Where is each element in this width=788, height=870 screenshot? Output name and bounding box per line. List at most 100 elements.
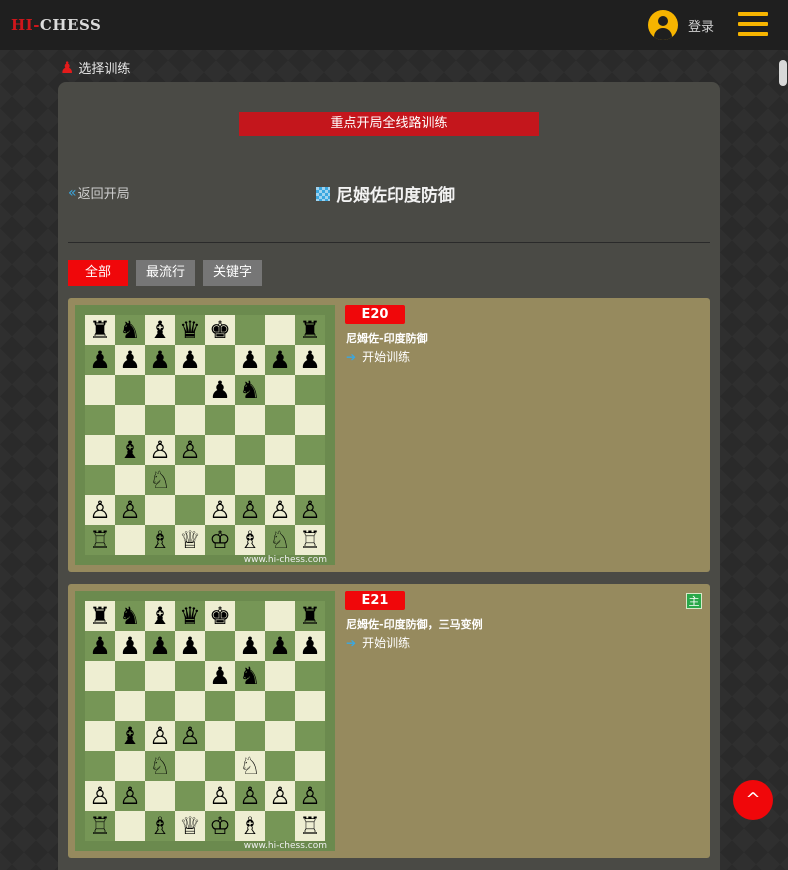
- filter-popular[interactable]: 最流行: [136, 260, 196, 286]
- main-line-badge: 主: [686, 593, 702, 609]
- board-square: [115, 751, 145, 781]
- opening-card-e20[interactable]: ♜ ♞ ♝ ♛ ♚ ♜ ♟ ♟ ♟ ♟ ♟ ♟ ♟ ♟ ♞ ♝ ♙ ♙ ♘ ♙ ♙ ♙ ♙ ♙ ♙ ♖ ♗ ♕ ♔ ♗ ♘ ♖ www.hi-…: [68, 298, 710, 572]
- board-square: [295, 661, 325, 691]
- breadcrumb-label: 选择训练: [78, 62, 131, 77]
- board-square: [265, 465, 295, 495]
- board-square: [205, 721, 235, 751]
- board-square: [295, 435, 325, 465]
- filter-tabs: 全部 最流行 关键字: [68, 260, 263, 286]
- board-square: [115, 811, 145, 841]
- board-square: [235, 601, 265, 631]
- board-grid: ♜ ♞ ♝ ♛ ♚ ♜ ♟ ♟ ♟ ♟ ♟ ♟ ♟ ♟ ♞ ♝ ♙ ♙ ♘ ♘ ♙ ♙ ♙ ♙ ♙ ♙ ♖ ♗ ♕ ♔ ♗ ♖: [85, 601, 325, 841]
- full-line-training-banner[interactable]: 重点开局全线路训练: [239, 112, 539, 136]
- logo-chess: CHESS: [39, 16, 102, 34]
- black-queen-icon: ♛: [175, 315, 205, 345]
- eco-code-badge: E21: [345, 591, 405, 610]
- board-square: [205, 405, 235, 435]
- black-rook-icon: ♜: [85, 315, 115, 345]
- board-square: [85, 691, 115, 721]
- white-knight-icon: ♘: [145, 465, 175, 495]
- board-square: [145, 661, 175, 691]
- page-scrollbar-thumb[interactable]: [779, 60, 787, 86]
- divider: [68, 242, 710, 243]
- black-pawn-icon: ♟: [175, 345, 205, 375]
- black-knight-icon: ♞: [235, 661, 265, 691]
- opening-name: 尼姆佐-印度防御: [346, 332, 428, 345]
- filter-all[interactable]: 全部: [68, 260, 128, 286]
- board-square: [205, 631, 235, 661]
- black-pawn-icon: ♟: [85, 345, 115, 375]
- white-pawn-icon: ♙: [85, 495, 115, 525]
- board-square: [85, 405, 115, 435]
- board-square: [265, 315, 295, 345]
- white-king-icon: ♔: [205, 525, 235, 555]
- pawn-icon: ♟: [60, 58, 75, 77]
- filter-keyword[interactable]: 关键字: [203, 260, 263, 286]
- board-square: [235, 315, 265, 345]
- start-training-link[interactable]: ➔ 开始训练: [346, 348, 410, 365]
- back-label: 返回开局: [77, 187, 130, 202]
- white-pawn-icon: ♙: [115, 781, 145, 811]
- white-bishop-icon: ♗: [235, 811, 265, 841]
- white-pawn-icon: ♙: [265, 781, 295, 811]
- hamburger-menu-icon[interactable]: [738, 12, 768, 38]
- board-square: [295, 751, 325, 781]
- board-square: [85, 465, 115, 495]
- white-pawn-icon: ♙: [265, 495, 295, 525]
- white-rook-icon: ♖: [295, 811, 325, 841]
- black-queen-icon: ♛: [175, 601, 205, 631]
- board-square: [175, 375, 205, 405]
- board-square: [205, 691, 235, 721]
- logo-hi: HI-: [11, 16, 40, 34]
- white-king-icon: ♔: [205, 811, 235, 841]
- board-square: [115, 661, 145, 691]
- white-queen-icon: ♕: [175, 525, 205, 555]
- scroll-to-top-button[interactable]: ^: [733, 780, 773, 820]
- chess-board: ♜ ♞ ♝ ♛ ♚ ♜ ♟ ♟ ♟ ♟ ♟ ♟ ♟ ♟ ♞ ♝ ♙ ♙ ♘ ♙ ♙ ♙ ♙ ♙ ♙ ♖ ♗ ♕ ♔ ♗ ♘ ♖ www.hi-…: [75, 305, 335, 565]
- site-logo[interactable]: HI-CHESS: [11, 16, 101, 34]
- black-bishop-icon: ♝: [145, 315, 175, 345]
- black-pawn-icon: ♟: [205, 375, 235, 405]
- black-rook-icon: ♜: [295, 601, 325, 631]
- white-pawn-icon: ♙: [235, 781, 265, 811]
- black-rook-icon: ♜: [295, 315, 325, 345]
- back-to-openings-link[interactable]: « 返回开局: [68, 183, 130, 203]
- board-square: [85, 751, 115, 781]
- board-square: [235, 691, 265, 721]
- white-knight-icon: ♘: [265, 525, 295, 555]
- board-square: [265, 751, 295, 781]
- double-chevron-left-icon: «: [68, 184, 76, 201]
- start-training-label: 开始训练: [362, 636, 411, 650]
- board-square: [205, 465, 235, 495]
- black-bishop-icon: ♝: [145, 601, 175, 631]
- board-watermark: www.hi-chess.com: [243, 555, 327, 565]
- black-pawn-icon: ♟: [235, 345, 265, 375]
- board-square: [265, 375, 295, 405]
- top-navbar: HI-CHESS 登录: [0, 0, 788, 50]
- white-bishop-icon: ♗: [145, 811, 175, 841]
- opening-name: 尼姆佐-印度防御，三马变例: [346, 618, 483, 631]
- board-square: [235, 465, 265, 495]
- board-square: [145, 375, 175, 405]
- black-king-icon: ♚: [205, 315, 235, 345]
- white-pawn-icon: ♙: [145, 435, 175, 465]
- black-pawn-icon: ♟: [295, 631, 325, 661]
- board-square: [205, 345, 235, 375]
- start-training-link[interactable]: ➔ 开始训练: [346, 634, 410, 651]
- white-pawn-icon: ♙: [175, 721, 205, 751]
- black-bishop-icon: ♝: [115, 721, 145, 751]
- board-square: [175, 751, 205, 781]
- board-square: [235, 435, 265, 465]
- board-square: [235, 405, 265, 435]
- black-pawn-icon: ♟: [235, 631, 265, 661]
- login-link[interactable]: 登录: [688, 16, 714, 35]
- black-pawn-icon: ♟: [145, 631, 175, 661]
- opening-card-e21[interactable]: ♜ ♞ ♝ ♛ ♚ ♜ ♟ ♟ ♟ ♟ ♟ ♟ ♟ ♟ ♞ ♝ ♙ ♙ ♘ ♘ ♙ ♙ ♙ ♙ ♙ ♙ ♖ ♗ ♕ ♔ ♗ ♖ www.hi-…: [68, 584, 710, 858]
- white-pawn-icon: ♙: [205, 495, 235, 525]
- user-circle-icon[interactable]: [648, 10, 678, 40]
- board-square: [115, 525, 145, 555]
- board-square: [115, 691, 145, 721]
- page-title-text: 尼姆佐印度防御: [336, 186, 455, 206]
- white-rook-icon: ♖: [85, 525, 115, 555]
- board-square: [265, 661, 295, 691]
